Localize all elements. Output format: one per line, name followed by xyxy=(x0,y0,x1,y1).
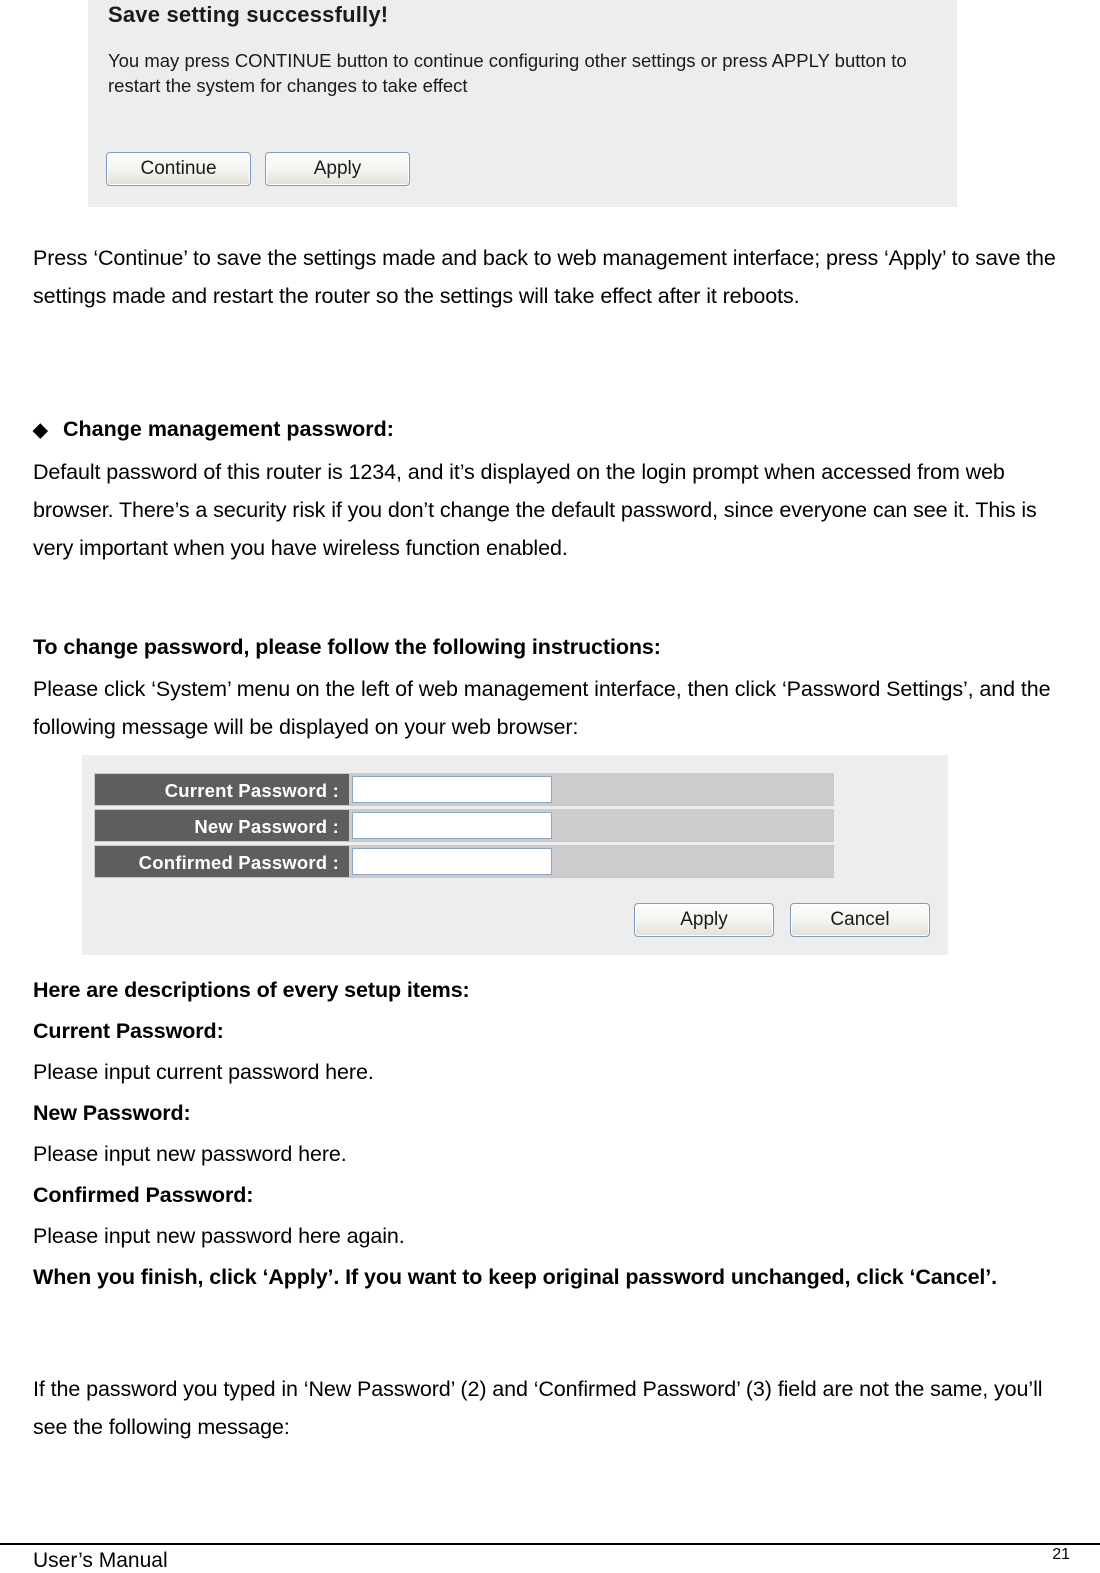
term-new-password: New Password: xyxy=(33,1101,191,1125)
confirmed-password-input[interactable] xyxy=(352,848,552,875)
password-apply-button[interactable]: Apply xyxy=(634,903,774,937)
desc-current-password: Please input current password here. xyxy=(33,1060,374,1084)
desc-new-password: Please input new password here. xyxy=(33,1142,347,1166)
heading-setup-item-descriptions: Here are descriptions of every setup ite… xyxy=(33,978,470,1002)
password-settings-screenshot: Current Password : New Password : Confir… xyxy=(82,755,948,955)
save-setting-title: Save setting successfully! xyxy=(108,2,389,27)
paragraph-system-menu-instructions: Please click ‘System’ menu on the left o… xyxy=(33,677,1051,739)
note-apply-or-cancel: When you finish, click ‘Apply’. If you w… xyxy=(33,1265,998,1289)
save-setting-message: You may press CONTINUE button to continu… xyxy=(108,50,907,96)
term-confirmed-password: Confirmed Password: xyxy=(33,1183,254,1207)
current-password-label: Current Password : xyxy=(94,773,349,806)
note-password-mismatch: If the password you typed in ‘New Passwo… xyxy=(33,1377,1043,1439)
continue-button[interactable]: Continue xyxy=(106,152,251,186)
save-setting-button-row: Continue Apply xyxy=(106,152,410,186)
password-cancel-button[interactable]: Cancel xyxy=(790,903,930,937)
paragraph-continue-apply: Press ‘Continue’ to save the settings ma… xyxy=(33,246,1056,308)
term-current-password: Current Password: xyxy=(33,1019,224,1043)
form-row-current-password: Current Password : xyxy=(94,773,834,806)
heading-to-change-password: To change password, please follow the fo… xyxy=(33,635,661,659)
new-password-input[interactable] xyxy=(352,812,552,839)
diamond-bullet-icon: ◆ xyxy=(33,420,48,441)
form-row-confirmed-password: Confirmed Password : xyxy=(94,845,834,878)
password-form: Current Password : New Password : Confir… xyxy=(94,773,834,881)
heading-change-management-password-label: Change management password: xyxy=(63,417,394,441)
paragraph-default-password: Default password of this router is 1234,… xyxy=(33,460,1037,560)
heading-change-management-password: ◆ Change management password: xyxy=(33,410,394,450)
current-password-value-cell xyxy=(349,773,834,806)
save-setting-screenshot: Save setting successfully! You may press… xyxy=(88,0,957,207)
confirmed-password-value-cell xyxy=(349,845,834,878)
new-password-label: New Password : xyxy=(94,809,349,842)
password-form-button-row: Apply Cancel xyxy=(634,903,930,937)
footer-manual-label: User’s Manual xyxy=(33,1549,168,1572)
desc-confirmed-password: Please input new password here again. xyxy=(33,1224,405,1248)
manual-page: Save setting successfully! You may press… xyxy=(0,0,1100,1572)
form-row-new-password: New Password : xyxy=(94,809,834,842)
new-password-value-cell xyxy=(349,809,834,842)
apply-button[interactable]: Apply xyxy=(265,152,410,186)
footer-page-number: 21 xyxy=(1052,1546,1070,1563)
current-password-input[interactable] xyxy=(352,776,552,803)
footer-divider xyxy=(0,1543,1100,1545)
confirmed-password-label: Confirmed Password : xyxy=(94,845,349,878)
